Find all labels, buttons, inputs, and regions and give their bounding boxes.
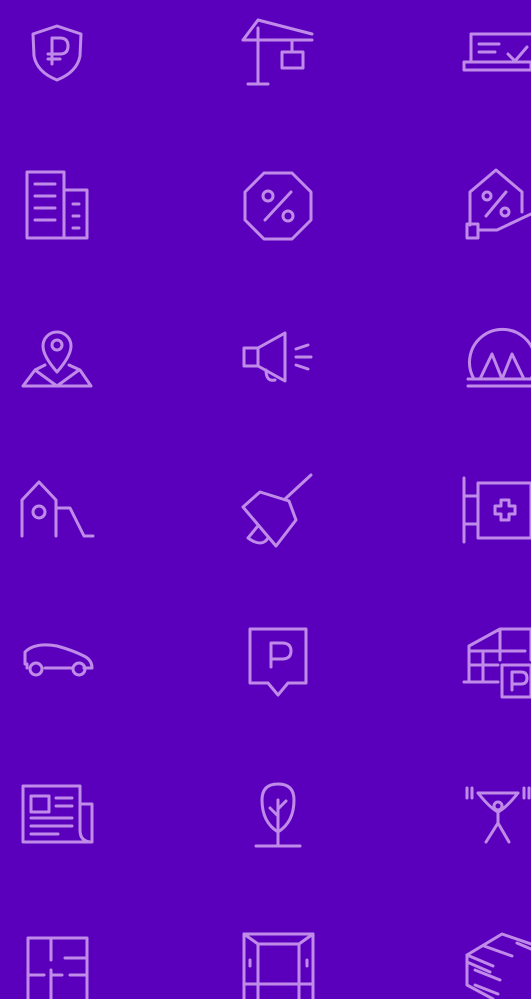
icon-grid-background [0,0,531,999]
laptop-checklist-icon [462,32,531,72]
mortgage-house-percent-icon [465,168,531,240]
parking-garage-icon [462,627,531,699]
parking-sign-icon [248,627,308,697]
percent-badge-icon [243,171,313,241]
newspaper-icon [21,784,94,844]
megaphone-icon [242,331,313,383]
tree-park-icon [254,782,302,848]
car-icon [23,643,94,677]
office-buildings-icon [25,170,89,240]
warehouse-pantry-icon [465,932,531,999]
metro-station-icon [466,327,531,388]
ruble-shield-icon [31,24,83,82]
icon-grid [20,18,531,999]
weightlifting-gym-icon [465,786,531,844]
construction-crane-icon [241,18,314,86]
map-location-pin-icon [21,330,93,388]
wardrobe-storage-icon [242,932,315,999]
school-bell-icon [241,473,313,548]
pharmacy-sign-icon [462,476,531,544]
floor-plan-icon [26,936,89,999]
playground-slide-icon [20,480,95,538]
